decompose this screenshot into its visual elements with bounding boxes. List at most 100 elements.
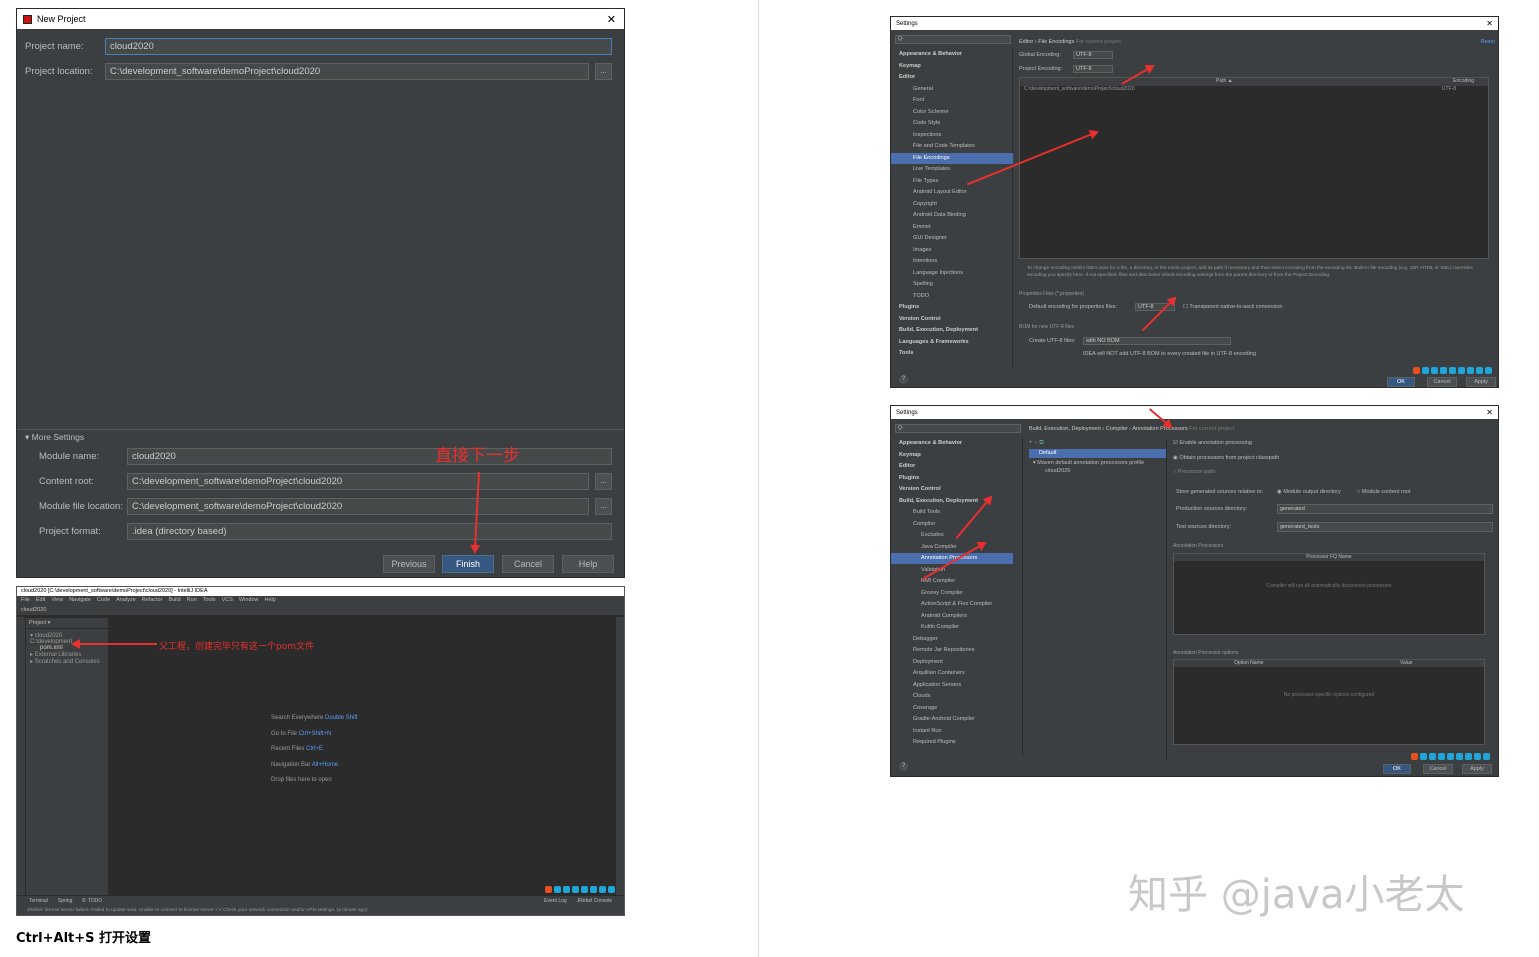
obtain-radio[interactable]: ◉ Obtain processors from project classpa… [1173, 455, 1279, 461]
project-location-input[interactable]: C:\development_software\demoProject\clou… [105, 62, 589, 80]
tree-item-editor[interactable]: Editor [891, 461, 1013, 472]
tree-item-file-types[interactable]: File Types [891, 176, 1013, 187]
menu-edit[interactable]: Edit [36, 596, 45, 605]
terminal-tab[interactable]: Terminal [29, 896, 48, 906]
tree-item-application-servers[interactable]: Application Servers [891, 680, 1013, 691]
encoding-header[interactable]: Encoding [1453, 78, 1474, 84]
event-log-tab[interactable]: Event Log [544, 896, 567, 906]
table-row[interactable]: C:\development_software\demoProject\clou… [1020, 86, 1488, 95]
tree-item-editor[interactable]: Editor [891, 72, 1013, 83]
tree-item-required-plugins[interactable]: Required Plugins [891, 737, 1013, 748]
option-name-header[interactable]: Option Name [1234, 660, 1263, 666]
search-input[interactable]: Q- [895, 424, 1021, 433]
tree-item-android-compilers[interactable]: Android Compilers [891, 611, 1013, 622]
menu-tools[interactable]: Tools [203, 596, 216, 605]
apply-button[interactable]: Apply [1462, 764, 1492, 774]
tree-item-images[interactable]: Images [891, 245, 1013, 256]
tree-item-inspections[interactable]: Inspections [891, 130, 1013, 141]
table-header[interactable]: Processor FQ Name [1174, 554, 1484, 561]
tree-item-keymap[interactable]: Keymap [891, 61, 1013, 72]
help-icon[interactable]: ? [899, 762, 908, 771]
close-icon[interactable]: ✕ [1486, 19, 1493, 28]
tree-item-copyright[interactable]: Copyright [891, 199, 1013, 210]
tree-item-general[interactable]: General [891, 84, 1013, 95]
profile-module[interactable]: cloud2020 [1029, 468, 1166, 474]
tree-item-kotlin-compiler[interactable]: Kotlin Compiler [891, 622, 1013, 633]
processor-path-radio[interactable]: ○ Processor path: [1173, 469, 1216, 475]
breadcrumb[interactable]: cloud2020 [21, 607, 46, 613]
module-output-radio[interactable]: ◉ Module output directory [1277, 489, 1341, 495]
project-name-input[interactable]: cloud2020 [105, 37, 612, 55]
tree-item-rmi-compiler[interactable]: RMI Compiler [891, 576, 1013, 587]
tree-item-instant-run[interactable]: Instant Run [891, 726, 1013, 737]
tree-item-tools[interactable]: Tools [891, 348, 1013, 359]
close-icon[interactable]: ✕ [1486, 408, 1493, 417]
module-content-radio[interactable]: ○ Module content root [1357, 489, 1410, 495]
finish-button[interactable]: Finish [442, 555, 494, 573]
tree-item-intentions[interactable]: Intentions [891, 256, 1013, 267]
menu-refactor[interactable]: Refactor [142, 596, 163, 605]
tree-item-appearance-behavior[interactable]: Appearance & Behavior [891, 49, 1013, 60]
todo-tab[interactable]: 6: TODO [82, 896, 102, 906]
tree-item-compiler[interactable]: Compiler [891, 519, 1013, 530]
path-header[interactable]: Path ▲ [1216, 78, 1233, 84]
cancel-button[interactable]: Cancel [502, 555, 554, 573]
spring-tab[interactable]: Spring [58, 896, 72, 906]
tree-item-actionscript-flex-compiler[interactable]: ActionScript & Flex Compiler [891, 599, 1013, 610]
tree-item-coverage[interactable]: Coverage [891, 703, 1013, 714]
test-input[interactable]: generated_tests [1277, 522, 1493, 532]
global-encoding-select[interactable]: UTF-8 [1073, 51, 1113, 59]
tree-item-plugins[interactable]: Plugins [891, 473, 1013, 484]
tree-item-todo[interactable]: TODO [891, 291, 1013, 302]
help-icon[interactable]: ? [899, 375, 908, 384]
tree-item-android-layout-editor[interactable]: Android Layout Editor [891, 187, 1013, 198]
tree-item-remote-jar-repositories[interactable]: Remote Jar Repositories [891, 645, 1013, 656]
tree-item-debugger[interactable]: Debugger [891, 634, 1013, 645]
browse-button[interactable]: ... [595, 62, 612, 80]
tree-item-color-scheme[interactable]: Color Scheme [891, 107, 1013, 118]
menu-code[interactable]: Code [97, 596, 110, 605]
project-format-select[interactable]: .idea (directory based) [127, 522, 612, 540]
more-settings-toggle[interactable]: ▾ More Settings [25, 432, 84, 443]
menu-view[interactable]: View [51, 596, 63, 605]
menu-analyze[interactable]: Analyze [116, 596, 136, 605]
tree-item-scratches[interactable]: ▸ Scratches and Consoles [26, 658, 108, 665]
tree-item-file-and-code-templates[interactable]: File and Code Templates [891, 141, 1013, 152]
tree-item-version-control[interactable]: Version Control [891, 314, 1013, 325]
project-encoding-select[interactable]: UTF-8 [1073, 65, 1113, 73]
module-file-input[interactable]: C:\development_software\demoProject\clou… [127, 497, 589, 515]
tree-item-android-data-binding[interactable]: Android Data Binding [891, 210, 1013, 221]
menu-vcs[interactable]: VCS [222, 596, 233, 605]
profile-default[interactable]: Default [1029, 449, 1166, 458]
menu-window[interactable]: Window [239, 596, 259, 605]
tree-item-build-tools[interactable]: Build Tools [891, 507, 1013, 518]
browse-button[interactable]: ... [595, 472, 612, 490]
tree-item-gui-designer[interactable]: GUI Designer [891, 233, 1013, 244]
tree-item-version-control[interactable]: Version Control [891, 484, 1013, 495]
profile-maven[interactable]: ▾ Maven default annotation processors pr… [1029, 460, 1166, 466]
reset-link[interactable]: Reset [1481, 39, 1495, 45]
tree-item-groovy-compiler[interactable]: Groovy Compiler [891, 588, 1013, 599]
tree-item-arquillian-containers[interactable]: Arquillian Containers [891, 668, 1013, 679]
ok-button[interactable]: OK [1387, 377, 1415, 387]
tree-item-spelling[interactable]: Spelling [891, 279, 1013, 290]
search-input[interactable]: Q- [895, 35, 1011, 44]
menu-help[interactable]: Help [264, 596, 275, 605]
tree-item-plugins[interactable]: Plugins [891, 302, 1013, 313]
tree-item-language-injections[interactable]: Language Injections [891, 268, 1013, 279]
tree-item-font[interactable]: Font [891, 95, 1013, 106]
tree-item-appearance-behavior[interactable]: Appearance & Behavior [891, 438, 1013, 449]
tree-item-keymap[interactable]: Keymap [891, 450, 1013, 461]
tree-item-build-execution-deployment[interactable]: Build, Execution, Deployment [891, 325, 1013, 336]
value-header[interactable]: Value [1400, 660, 1412, 666]
enable-checkbox[interactable]: ☑ Enable annotation processing [1173, 440, 1252, 446]
ok-button[interactable]: OK [1383, 764, 1411, 774]
tree-item-code-style[interactable]: Code Style [891, 118, 1013, 129]
tree-item-languages-frameworks[interactable]: Languages & Frameworks [891, 337, 1013, 348]
jrebel-console-tab[interactable]: JRebel Console [577, 896, 612, 906]
transparent-checkbox[interactable]: ☐ Transparent native-to-ascii conversion [1183, 304, 1282, 310]
tree-item-file-encodings[interactable]: File Encodings [891, 152, 1013, 164]
browse-button[interactable]: ... [595, 497, 612, 515]
tree-item-emmet[interactable]: Emmet [891, 222, 1013, 233]
tree-item-clouds[interactable]: Clouds [891, 691, 1013, 702]
